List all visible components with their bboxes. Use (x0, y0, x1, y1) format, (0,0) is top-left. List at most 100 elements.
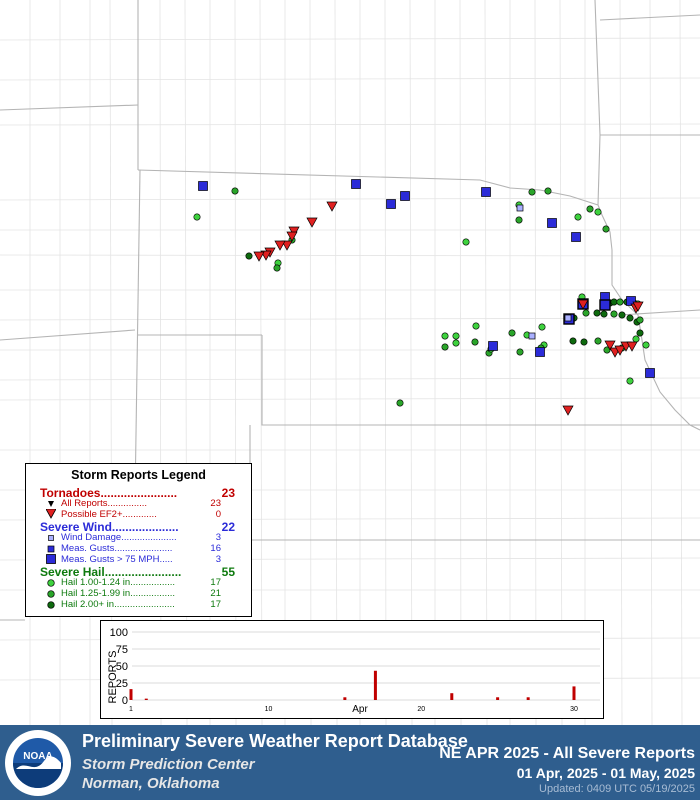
wind-gust-icon (47, 545, 55, 553)
wind-report-marker (516, 204, 524, 212)
hail-small-icon (47, 579, 55, 587)
report-dates: 01 Apr, 2025 - 01 May, 2025 (516, 765, 695, 781)
footer-title: Preliminary Severe Weather Report Databa… (82, 731, 468, 751)
chart-y-tick-label: 50 (116, 661, 128, 673)
hail-report-marker (441, 343, 449, 351)
hail-report-marker (593, 309, 601, 317)
hail-report-marker (582, 309, 590, 317)
chart-y-tick-label: 0 (122, 695, 128, 707)
wind-report-marker (198, 181, 208, 191)
wind-report-marker (351, 179, 361, 189)
chart-bar (526, 697, 530, 700)
storm-reports-legend: Storm Reports Legend Tornadoes..........… (25, 463, 252, 617)
chart-bar (129, 689, 133, 700)
hail-report-marker (610, 298, 618, 306)
hail-report-marker (515, 216, 523, 224)
tornado-report-marker (306, 217, 318, 228)
footer-city: Norman, Oklahoma (82, 775, 220, 792)
legend-hail-large-count: 17 (210, 599, 221, 610)
hail-report-marker (231, 187, 239, 195)
tornado-ef2-icon (46, 509, 56, 519)
hail-report-marker (471, 338, 479, 346)
hail-report-marker (632, 335, 640, 343)
chart-bar (572, 686, 576, 700)
hail-report-marker (602, 225, 610, 233)
wind-gust-75-icon (46, 554, 56, 564)
chart-bars (129, 670, 576, 700)
chart-y-tick-label: 75 (116, 644, 128, 656)
hail-report-marker (574, 213, 582, 221)
tornado-report-marker (286, 231, 298, 242)
legend-tornado-all: All Reports............... (61, 498, 148, 509)
wind-report-marker (400, 191, 410, 201)
legend-wind-damage-count: 3 (215, 532, 221, 543)
legend-tornado-ef2: Possible EF2+............. (61, 509, 157, 520)
legend-wind-gusts-75: Meas. Gusts > 75 MPH..... (61, 554, 173, 565)
footer-org: Storm Prediction Center (82, 756, 255, 773)
tornado-report-marker (253, 251, 265, 262)
hail-report-marker (516, 348, 524, 356)
chart-bar (343, 697, 347, 700)
hail-report-marker (586, 205, 594, 213)
wind-report-marker (564, 314, 572, 322)
legend-hail-large: Hail 2.00+ in....................... (61, 599, 175, 610)
hail-report-marker (273, 264, 281, 272)
hail-mid-icon (47, 590, 55, 598)
wind-report-marker (488, 341, 498, 351)
wind-report-marker (599, 299, 611, 311)
legend-wind-gusts-75-count: 3 (215, 554, 221, 565)
wind-report-marker (645, 368, 655, 378)
hail-report-marker (636, 316, 644, 324)
chart-plot: 100 75 50 25 01 10 20 30 Apr (110, 627, 600, 715)
hail-report-marker (580, 338, 588, 346)
hail-report-marker (441, 332, 449, 340)
hail-report-marker (472, 322, 480, 330)
wind-report-marker (571, 232, 581, 242)
legend-hail-small-count: 17 (210, 577, 221, 588)
svg-text:NOAA: NOAA (23, 751, 52, 762)
legend-hail-mid-count: 21 (210, 588, 221, 599)
chart-gridlines (132, 631, 600, 701)
hail-report-marker (600, 310, 608, 318)
hail-report-marker (462, 238, 470, 246)
hail-report-marker (452, 339, 460, 347)
tornado-report-marker (562, 405, 574, 416)
legend-hail-mid: Hail 1.25-1.99 in................. (61, 588, 176, 599)
chart-y-tick-label: 100 (110, 627, 128, 639)
hail-report-marker (538, 323, 546, 331)
hail-report-marker (616, 298, 624, 306)
hail-large-icon (47, 601, 55, 609)
legend-tornadoes-count: 23 (221, 486, 235, 500)
wind-report-marker (528, 332, 536, 340)
chart-bar (144, 698, 148, 700)
legend-tornado-all-count: 23 (210, 498, 221, 509)
hail-report-marker (642, 341, 650, 349)
tornado-small-icon (48, 501, 54, 507)
hail-report-marker (396, 399, 404, 407)
wind-report-marker (547, 218, 557, 228)
hail-report-marker (594, 208, 602, 216)
wind-damage-icon (48, 535, 54, 541)
chart-y-tick-label: 25 (116, 678, 128, 690)
hail-report-marker (636, 329, 644, 337)
legend-tornado-ef2-count: 0 (215, 509, 221, 520)
chart-bar (450, 693, 454, 700)
report-title: NE APR 2025 - All Severe Reports (439, 745, 695, 762)
hail-report-marker (569, 337, 577, 345)
daily-reports-chart: REPORTS 100 75 50 25 0 1 10 20 30 Apr (100, 620, 604, 719)
updated-timestamp: Updated: 0409 UTC 05/19/2025 (539, 783, 695, 795)
hail-report-marker (193, 213, 201, 221)
hail-report-marker (452, 332, 460, 340)
hail-report-marker (508, 329, 516, 337)
hail-report-marker (610, 310, 618, 318)
hail-report-marker (626, 377, 634, 385)
wind-report-marker (481, 187, 491, 197)
hail-report-marker (618, 311, 626, 319)
hail-report-marker (544, 187, 552, 195)
legend-hail-count: 55 (221, 565, 235, 579)
legend-wind-gusts-count: 16 (210, 543, 221, 554)
hail-report-marker (626, 314, 634, 322)
chart-tick-labels: 100 75 50 25 01 10 20 30 Apr (110, 627, 578, 715)
chart-x-tick-label: 1 (129, 706, 133, 713)
hail-report-marker (245, 252, 253, 260)
